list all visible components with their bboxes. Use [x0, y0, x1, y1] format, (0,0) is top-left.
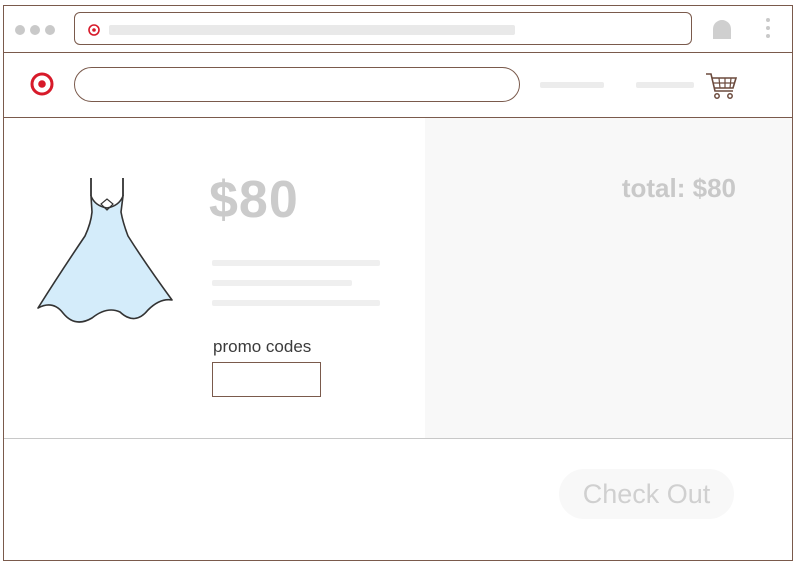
product-price: $80 [209, 171, 299, 229]
checkout-button[interactable]: Check Out [559, 469, 734, 519]
window-dot[interactable] [30, 25, 40, 35]
site-header [4, 53, 792, 118]
checkout-content: $80 promo codes total: $80 [4, 118, 792, 439]
window-controls-icon[interactable] [15, 25, 55, 35]
window-dot[interactable] [45, 25, 55, 35]
product-panel: $80 promo codes [4, 118, 425, 438]
window-dot[interactable] [15, 25, 25, 35]
browser-toolbar [4, 6, 792, 53]
favicon-target-icon [88, 23, 100, 41]
target-logo-icon[interactable] [30, 72, 54, 101]
promo-code-label: promo codes [213, 337, 312, 356]
nav-link-placeholder[interactable] [636, 82, 694, 88]
search-input[interactable] [74, 67, 520, 102]
description-line [212, 280, 352, 286]
description-line [212, 300, 380, 306]
dress-icon [35, 178, 175, 333]
order-total: total: $80 [621, 173, 736, 203]
promo-code-input[interactable] [212, 362, 321, 397]
order-summary-panel: total: $80 [425, 118, 792, 438]
kebab-menu-icon[interactable] [766, 18, 770, 38]
description-line [212, 260, 380, 266]
profile-icon[interactable] [710, 18, 734, 47]
address-bar[interactable] [74, 12, 692, 45]
url-placeholder-line [109, 25, 515, 35]
nav-link-placeholder[interactable] [540, 82, 604, 88]
shopping-cart-icon[interactable] [705, 71, 739, 106]
